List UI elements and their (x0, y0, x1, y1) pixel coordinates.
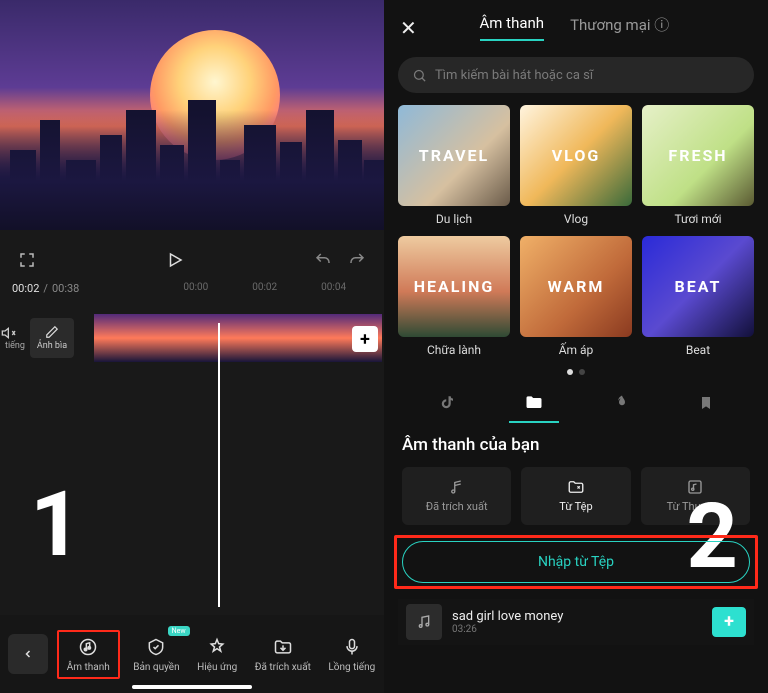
source-tabs (384, 383, 768, 419)
tool-effects[interactable]: Hiệu ứng (193, 630, 241, 679)
category-Vlog[interactable]: VLOGVlog (520, 105, 632, 226)
import-fromfile[interactable]: Từ Tệp (521, 467, 630, 525)
audio-library-panel: ✕ Âm thanh Thương mại ⓘ Tìm kiếm bài hát… (384, 0, 768, 693)
undo-button[interactable] (314, 251, 332, 269)
tool-extracted[interactable]: Đã trích xuất (251, 630, 315, 679)
tool-voiceover[interactable]: Lồng tiếng (324, 630, 379, 679)
tab-folder[interactable] (509, 387, 559, 419)
song-title: sad girl love money (452, 609, 702, 624)
tab-commercial[interactable]: Thương mại ⓘ (570, 14, 669, 41)
total-time: 00:38 (52, 282, 79, 295)
new-badge: New (168, 626, 190, 636)
step-number-1: 1 (30, 480, 82, 570)
back-button[interactable] (8, 634, 48, 674)
tool-audio[interactable]: Âm thanh (57, 630, 120, 679)
music-note-icon (406, 604, 442, 640)
editor-panel: 00:02 / 00:38 00:00 00:02 00:04 00:0 tiế… (0, 0, 384, 693)
bottom-toolbar: Âm thanhBản quyềnNewHiệu ứngĐã trích xuấ… (0, 615, 384, 693)
tab-bookmark[interactable] (684, 387, 728, 419)
tab-trending[interactable] (599, 387, 645, 419)
time-display: 00:02 / 00:38 00:00 00:02 00:04 00:0 (0, 274, 384, 301)
mute-toggle[interactable]: tiếng (0, 325, 30, 351)
video-preview[interactable] (0, 0, 384, 230)
pencil-icon (45, 325, 59, 339)
playhead[interactable] (218, 323, 220, 607)
timeline-clips[interactable]: + (88, 314, 384, 362)
voiceover-icon (342, 636, 362, 658)
cover-label: Ảnh bìa (37, 341, 67, 351)
song-duration: 03:26 (452, 624, 702, 635)
tab-tiktok[interactable] (424, 387, 470, 419)
fullscreen-icon[interactable] (18, 251, 36, 269)
category-Tươi mới[interactable]: FRESHTươi mới (642, 105, 754, 226)
effects-icon (207, 636, 227, 658)
search-input[interactable]: Tìm kiếm bài hát hoặc ca sĩ (398, 57, 754, 93)
close-button[interactable]: ✕ (400, 16, 417, 40)
current-time: 00:02 (12, 282, 39, 295)
category-Du lịch[interactable]: TRAVELDu lịch (398, 105, 510, 226)
add-song-button[interactable]: + (712, 607, 746, 637)
timeline-marks: 00:00 00:02 00:04 00:0 (83, 282, 409, 295)
audio-icon (78, 636, 98, 658)
tab-audio[interactable]: Âm thanh (480, 14, 545, 41)
add-clip-button[interactable]: + (352, 326, 378, 352)
tool-copyright[interactable]: Bản quyềnNew (129, 630, 183, 679)
search-placeholder: Tìm kiếm bài hát hoặc ca sĩ (435, 68, 593, 83)
import-extracted[interactable]: Đã trích xuất (402, 467, 511, 525)
redo-button[interactable] (348, 251, 366, 269)
category-Chữa lành[interactable]: HEALINGChữa lành (398, 236, 510, 357)
song-item[interactable]: sad girl love money 03:26 + (398, 599, 754, 645)
play-button[interactable] (165, 250, 185, 270)
import-from-file-button[interactable]: Nhập từ Tệp (402, 541, 750, 583)
category-Beat[interactable]: BEATBeat (642, 236, 754, 357)
mute-label: tiếng (0, 341, 30, 351)
your-audio-title: Âm thanh của bạn (384, 419, 768, 461)
import-fromlib[interactable]: Từ Thư viện (641, 467, 750, 525)
cover-image-button[interactable]: Ảnh bìa (30, 318, 74, 358)
category-Ấm áp[interactable]: WARMẤm áp (520, 236, 632, 357)
page-dots (384, 369, 768, 375)
extracted-icon (273, 636, 293, 658)
copyright-icon (146, 636, 166, 658)
home-indicator (132, 685, 252, 689)
search-icon (412, 68, 427, 83)
